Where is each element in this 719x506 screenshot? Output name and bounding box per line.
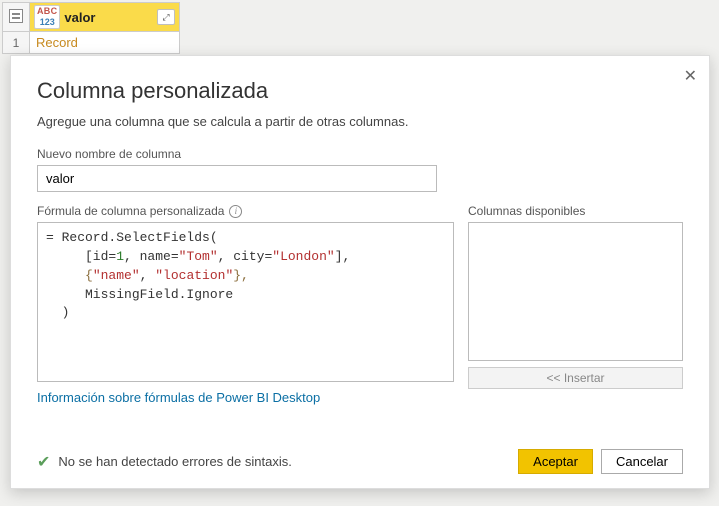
close-icon[interactable]: ✕ — [684, 66, 697, 86]
column-name-input[interactable] — [37, 165, 437, 192]
formula-editor[interactable]: = Record.SelectFields( [id=1, name="Tom"… — [37, 222, 454, 382]
available-columns-label: Columnas disponibles — [468, 204, 683, 218]
custom-column-dialog: ✕ Columna personalizada Agregue una colu… — [10, 55, 710, 489]
dialog-title: Columna personalizada — [37, 78, 683, 104]
formula-label: Fórmula de columna personalizada i — [37, 204, 454, 218]
check-icon: ✔ — [37, 452, 50, 472]
table-corner[interactable] — [3, 3, 30, 32]
accept-button[interactable]: Aceptar — [518, 449, 593, 474]
query-grid: ABC 123 valor ⤢ 1 Record — [0, 0, 719, 56]
name-label: Nuevo nombre de columna — [37, 147, 683, 161]
info-icon[interactable]: i — [229, 205, 242, 218]
table-icon — [9, 9, 23, 23]
formula-help-link[interactable]: Información sobre fórmulas de Power BI D… — [37, 390, 454, 405]
column-header-valor[interactable]: ABC 123 valor ⤢ — [30, 3, 180, 32]
cancel-button[interactable]: Cancelar — [601, 449, 683, 474]
cell-record[interactable]: Record — [30, 32, 180, 54]
column-type-icon[interactable]: ABC 123 — [34, 5, 60, 29]
expand-record-icon[interactable]: ⤢ — [157, 9, 175, 25]
insert-button[interactable]: << Insertar — [468, 367, 683, 389]
column-name: valor — [64, 10, 153, 25]
syntax-status: No se han detectado errores de sintaxis. — [58, 454, 291, 469]
available-columns-list[interactable] — [468, 222, 683, 361]
dialog-subtitle: Agregue una columna que se calcula a par… — [37, 114, 683, 129]
row-number[interactable]: 1 — [3, 32, 30, 54]
